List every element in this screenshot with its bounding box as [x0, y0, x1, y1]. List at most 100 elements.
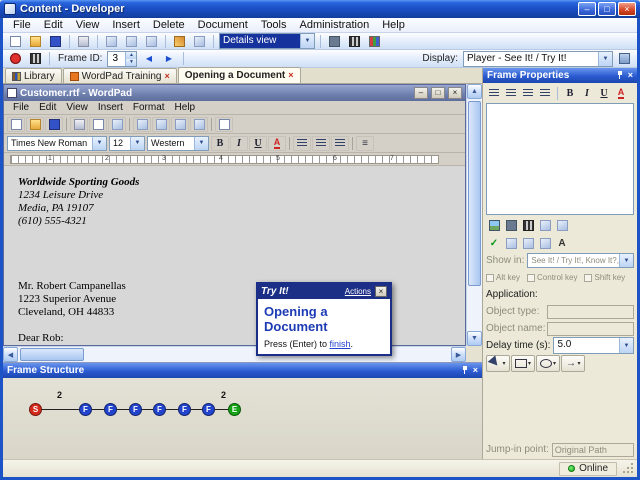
align-justify-button[interactable] [537, 86, 553, 100]
scroll-down-icon[interactable]: ▼ [467, 331, 482, 346]
menu-item-administration[interactable]: Administration [294, 19, 376, 31]
paste-button[interactable] [171, 116, 189, 132]
open-folder-button[interactable] [26, 34, 45, 49]
display-combo[interactable]: Player - See It! / Try It! ▼ [463, 50, 613, 67]
menu-item-delete[interactable]: Delete [147, 19, 191, 31]
wordpad-menu-view[interactable]: View [61, 102, 93, 113]
spin-down-icon[interactable]: ▼ [125, 58, 137, 66]
vertical-scrollbar[interactable]: ▲ ▼ [466, 84, 482, 346]
close-panel-icon[interactable]: × [628, 71, 633, 80]
checkbox-control-key[interactable]: Control key [527, 273, 577, 282]
wordpad-menu-help[interactable]: Help [170, 102, 201, 113]
align-left-button[interactable] [293, 135, 311, 151]
menu-item-insert[interactable]: Insert [106, 19, 146, 31]
align-right-button[interactable] [520, 86, 536, 100]
frame-id-spinner[interactable]: 3 ▲ ▼ [107, 50, 138, 67]
image-button[interactable] [486, 218, 502, 232]
tab-close-icon[interactable]: × [288, 71, 293, 80]
link-button[interactable] [554, 218, 570, 232]
checkbox-shift-key[interactable]: Shift key [584, 273, 625, 282]
pointer-button[interactable]: ▾ [486, 355, 510, 372]
align-right-button[interactable] [331, 135, 349, 151]
save-disk-button[interactable] [45, 116, 63, 132]
datetime-button[interactable] [215, 116, 233, 132]
film-button[interactable] [520, 218, 536, 232]
copy-button[interactable] [122, 34, 141, 49]
frame-node-f[interactable]: F [202, 403, 215, 416]
new-page-button[interactable] [6, 34, 25, 49]
spin-up-icon[interactable]: ▲ [125, 51, 137, 59]
cut-button[interactable] [102, 34, 121, 49]
close-panel-icon[interactable]: × [473, 366, 478, 375]
italic-button[interactable] [579, 86, 595, 100]
ellipse-button[interactable]: ▾ [536, 355, 560, 372]
italic-button[interactable] [230, 135, 248, 151]
tryit-dialog[interactable]: Try It! Actions × Opening a Document Pre… [256, 282, 392, 356]
wordpad-menu-format[interactable]: Format [128, 102, 170, 113]
wordpad-capture[interactable]: Customer.rtf - WordPad – □ × File Edit Vie… [3, 84, 466, 346]
tab-opening-a-document[interactable]: Opening a Document × [177, 67, 301, 83]
tryit-actions-link[interactable]: Actions [345, 287, 371, 296]
copy-button[interactable] [152, 116, 170, 132]
pin-icon[interactable] [461, 366, 469, 375]
bold-button[interactable] [211, 135, 229, 151]
frame-node-f[interactable]: F [153, 403, 166, 416]
align-left-button[interactable] [486, 86, 502, 100]
copy-button[interactable] [520, 236, 536, 250]
frame-structure-header[interactable]: Frame Structure × [3, 363, 482, 378]
underline-button[interactable] [596, 86, 612, 100]
frame-structure-body[interactable]: SFFFFFFE22 [3, 378, 482, 459]
vertical-scroll-thumb[interactable] [468, 101, 481, 286]
stamp-button[interactable] [190, 34, 209, 49]
cut-button[interactable] [503, 236, 519, 250]
print-preview-button[interactable] [89, 116, 107, 132]
maximize-button[interactable]: □ [598, 2, 616, 16]
wordpad-menu-insert[interactable]: Insert [93, 102, 128, 113]
arrow-left-button[interactable] [139, 51, 158, 66]
underline-button[interactable] [249, 135, 267, 151]
font-button[interactable] [554, 236, 570, 250]
menu-item-tools[interactable]: Tools [255, 19, 293, 31]
save-disk-button[interactable] [46, 34, 65, 49]
font-size-combo[interactable]: 12 ▼ [109, 135, 145, 151]
tryit-close-button[interactable]: × [375, 286, 387, 297]
check-button[interactable] [486, 236, 502, 250]
scroll-up-icon[interactable]: ▲ [467, 84, 482, 99]
tab-library[interactable]: Library [5, 68, 62, 83]
pin-icon[interactable] [616, 71, 624, 80]
tab-wordpad-training[interactable]: WordPad Training × [62, 68, 177, 83]
menu-item-edit[interactable]: Edit [38, 19, 69, 31]
attach-button[interactable] [537, 218, 553, 232]
menu-item-view[interactable]: View [70, 19, 106, 31]
delay-time-combo[interactable]: 5.0 ▼ [553, 337, 634, 354]
frame-node-e[interactable]: E [228, 403, 241, 416]
horizontal-scrollbar[interactable]: ◀ ▶ [3, 346, 466, 362]
checkbox-alt-key[interactable]: Alt key [486, 273, 520, 282]
font-name-combo[interactable]: Times New Roman ▼ [7, 135, 107, 151]
minimize-button[interactable]: – [578, 2, 596, 16]
camera-button[interactable] [503, 218, 519, 232]
scroll-left-icon[interactable]: ◀ [3, 347, 18, 362]
tryit-title-bar[interactable]: Try It! Actions × [258, 284, 390, 299]
menu-item-document[interactable]: Document [192, 19, 254, 31]
title-bar[interactable]: Content - Developer – □ × [0, 0, 640, 18]
cut-button[interactable] [133, 116, 151, 132]
frame-node-f[interactable]: F [79, 403, 92, 416]
bold-button[interactable] [562, 86, 578, 100]
bullets-button[interactable] [356, 135, 374, 151]
print-button[interactable] [74, 34, 93, 49]
wordpad-menu-file[interactable]: File [8, 102, 34, 113]
frame-properties-header[interactable]: Frame Properties × [483, 68, 637, 83]
finish-link[interactable]: finish [330, 339, 351, 349]
frame-node-f[interactable]: F [104, 403, 117, 416]
new-page-button[interactable] [7, 116, 25, 132]
rectangle-button[interactable]: ▾ [511, 355, 535, 372]
frame-node-f[interactable]: F [129, 403, 142, 416]
monitor-button[interactable] [615, 51, 634, 66]
film-button[interactable] [26, 51, 45, 66]
record-button[interactable] [6, 51, 25, 66]
palette-button[interactable] [365, 34, 384, 49]
undo-button[interactable] [190, 116, 208, 132]
pencil-button[interactable] [170, 34, 189, 49]
font-color-button[interactable] [268, 135, 286, 151]
